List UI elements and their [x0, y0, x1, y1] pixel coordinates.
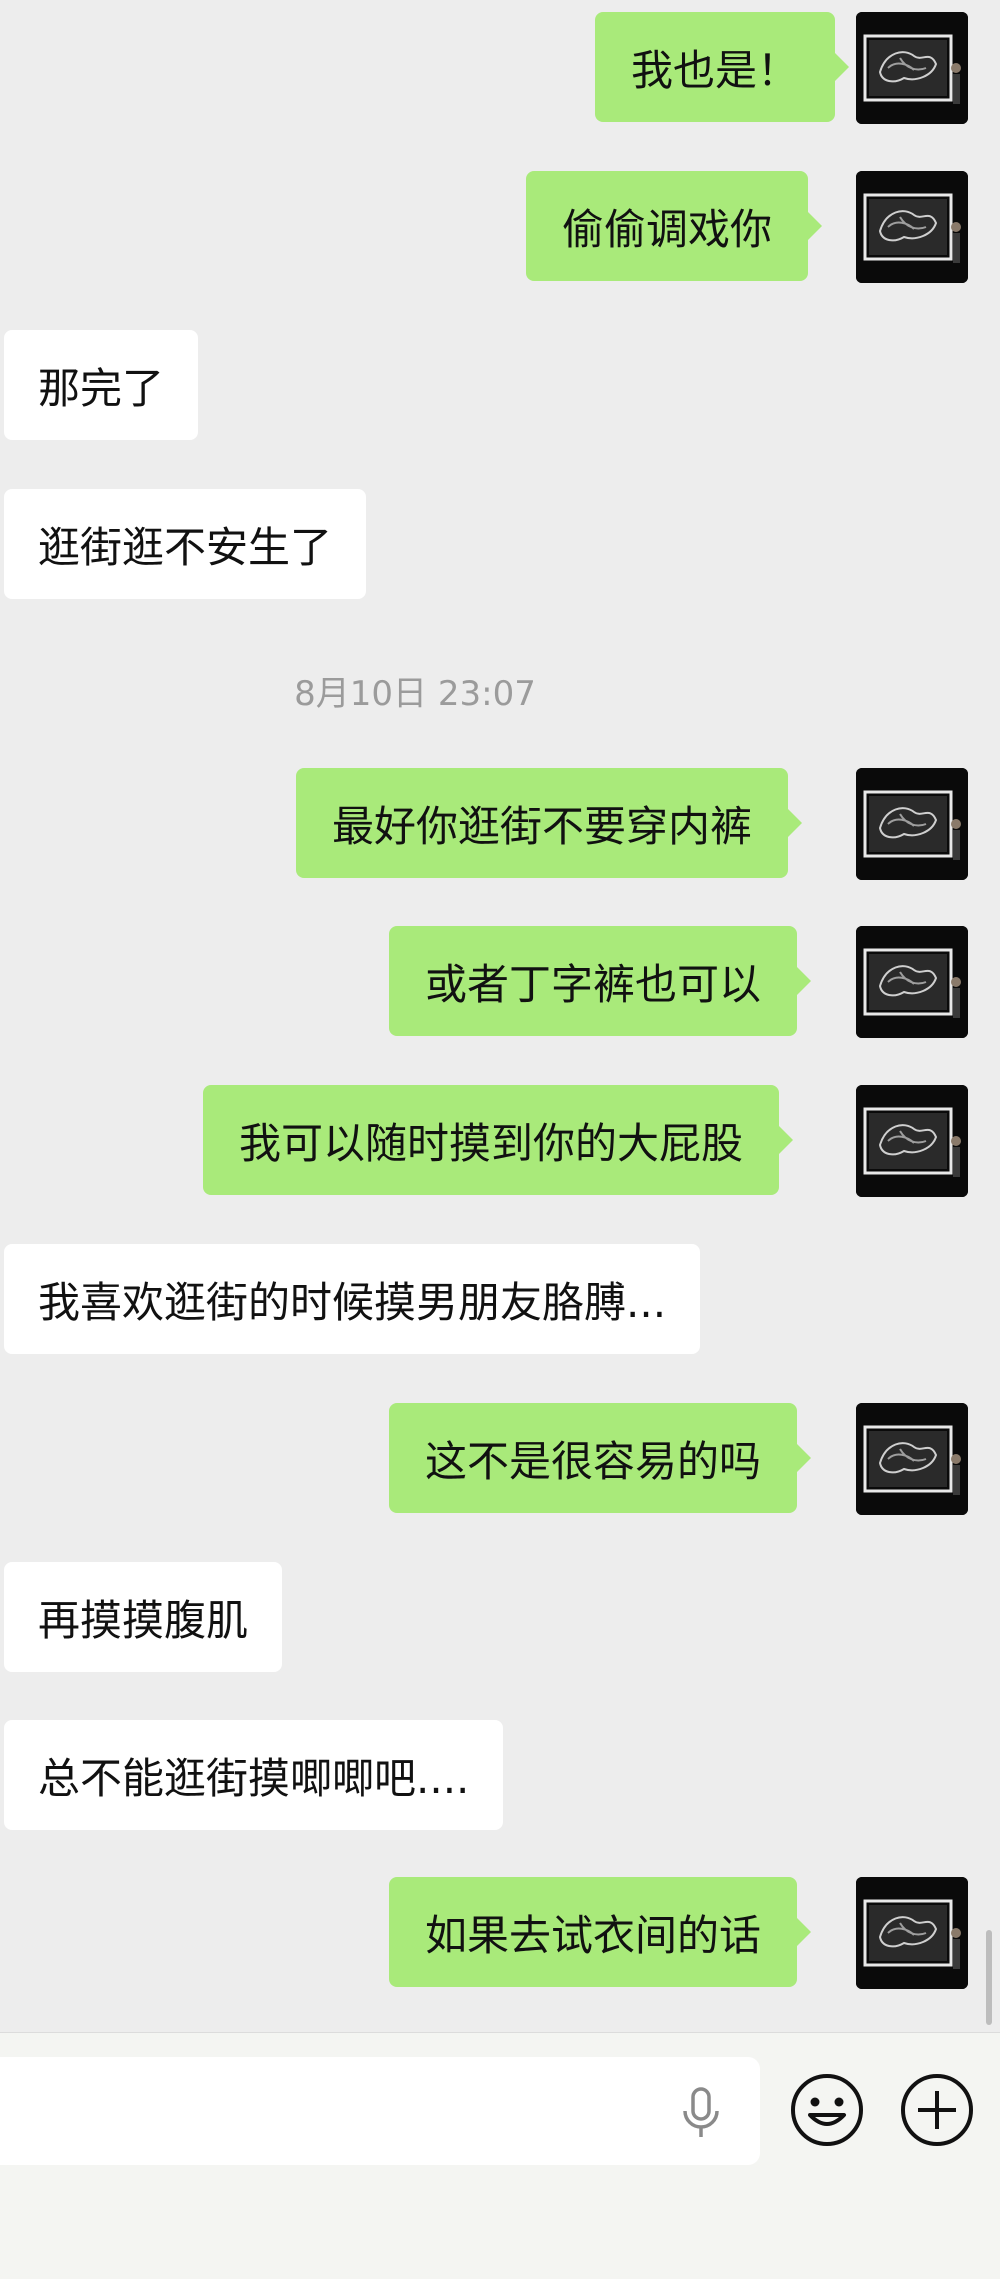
message-text: 我可以随时摸到你的大屁股 — [239, 1118, 744, 1168]
message-bubble-incoming[interactable]: 逛街逛不安生了 — [4, 489, 367, 599]
message-bubble-outgoing[interactable]: 偷偷调戏你 — [526, 171, 823, 281]
avatar[interactable] — [856, 1877, 968, 1989]
message-bubble-incoming[interactable]: 总不能逛街摸唧唧吧.... — [4, 1720, 504, 1830]
avatar[interactable] — [856, 1403, 968, 1515]
message-text: 再摸摸腹肌 — [38, 1595, 249, 1645]
avatar[interactable] — [856, 926, 968, 1038]
message-text: 或者丁字裤也可以 — [425, 959, 762, 1009]
message-text: 偷偷调戏你 — [562, 204, 773, 254]
message-composer — [0, 2032, 1000, 2279]
message-bubble-outgoing[interactable]: 如果去试衣间的话 — [389, 1877, 812, 1987]
message-text: 逛街逛不安生了 — [38, 522, 333, 572]
plus-icon[interactable] — [898, 2071, 976, 2149]
message-text: 总不能逛街摸唧唧吧.... — [38, 1753, 470, 1803]
message-bubble-incoming[interactable]: 那完了 — [4, 330, 199, 440]
message-input[interactable] — [0, 2057, 760, 2165]
emoji-icon[interactable] — [788, 2071, 866, 2149]
message-bubble-incoming[interactable]: 再摸摸腹肌 — [4, 1562, 283, 1672]
message-bubble-outgoing[interactable]: 最好你逛街不要穿内裤 — [296, 768, 803, 878]
avatar[interactable] — [856, 171, 968, 283]
message-text: 如果去试衣间的话 — [425, 1910, 762, 1960]
message-text: 我喜欢逛街的时候摸男朋友胳膊... — [38, 1277, 667, 1327]
message-bubble-outgoing[interactable]: 这不是很容易的吗 — [389, 1403, 812, 1513]
avatar[interactable] — [856, 12, 968, 124]
message-text: 那完了 — [38, 363, 165, 413]
message-bubble-outgoing[interactable]: 或者丁字裤也可以 — [389, 926, 812, 1036]
message-bubble-outgoing[interactable]: 我可以随时摸到你的大屁股 — [203, 1085, 794, 1195]
message-text: 最好你逛街不要穿内裤 — [332, 801, 753, 851]
message-text: 我也是！ — [631, 45, 800, 95]
microphone-icon[interactable] — [676, 2087, 726, 2141]
scrollbar-thumb[interactable] — [986, 1930, 992, 2025]
message-bubble-outgoing[interactable]: 我也是！ — [595, 12, 850, 122]
avatar[interactable] — [856, 1085, 968, 1197]
timestamp: 8月10日 23:07 — [294, 674, 536, 714]
message-bubble-incoming[interactable]: 我喜欢逛街的时候摸男朋友胳膊... — [4, 1244, 701, 1354]
avatar[interactable] — [856, 768, 968, 880]
message-text: 这不是很容易的吗 — [425, 1436, 762, 1486]
